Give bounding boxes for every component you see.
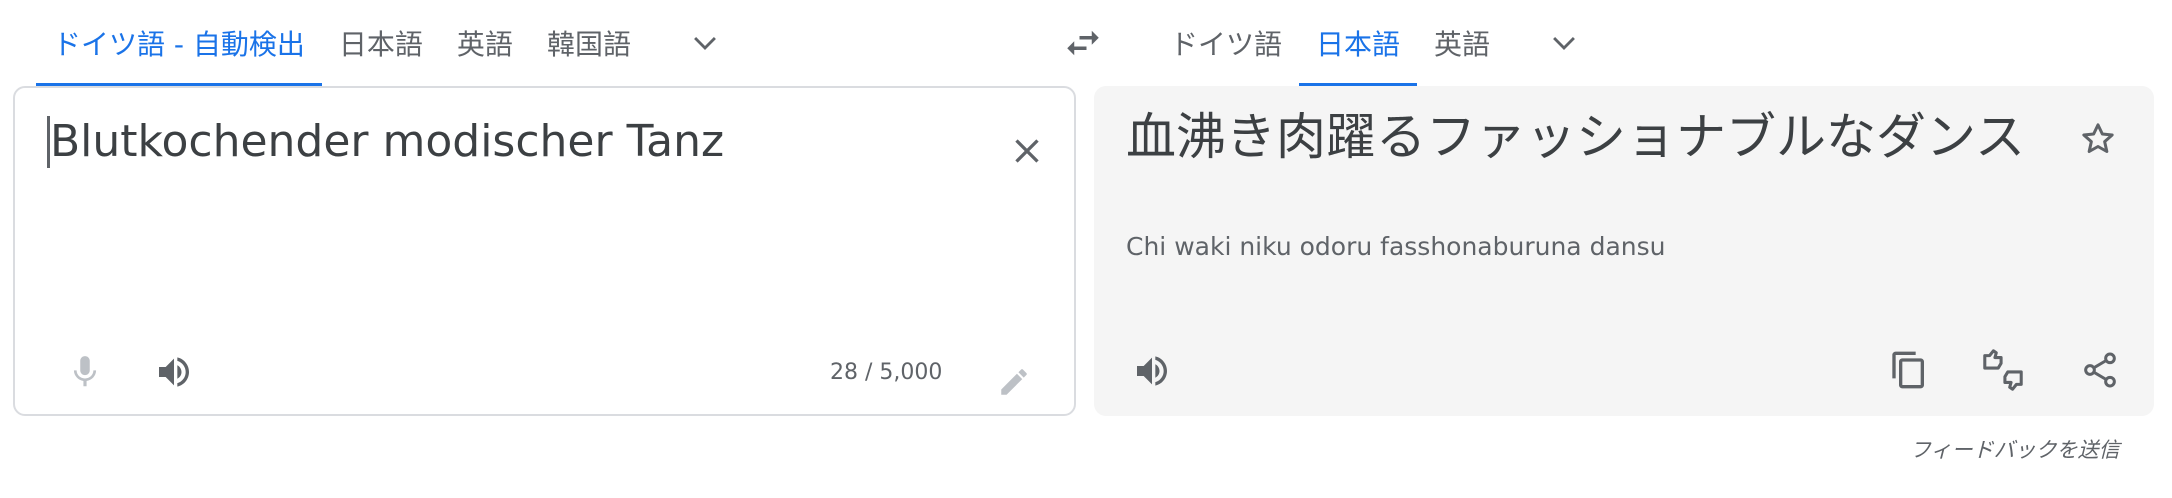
swap-languages-button[interactable]	[1056, 18, 1110, 68]
speaker-icon	[1137, 356, 1167, 386]
send-feedback-link[interactable]: フィードバックを送信	[1910, 434, 2120, 464]
chevron-down-icon	[1553, 37, 1575, 50]
source-panel: Blutkochender modischer Tanz 28 / 5,000	[13, 86, 1076, 416]
rate-translation-button[interactable]	[1975, 342, 2031, 398]
close-icon	[1015, 139, 1039, 163]
target-panel: 血沸き肉躍るファッショナブルなダンス Chi waki niku odoru f…	[1094, 86, 2154, 416]
romanization-text: Chi waki niku odoru fasshonaburuna dansu	[1126, 232, 1666, 261]
source-listen-button[interactable]	[146, 344, 202, 400]
edit-button[interactable]	[986, 354, 1042, 410]
star-icon	[2082, 123, 2114, 153]
clear-source-button[interactable]	[999, 123, 1055, 179]
tab-target-japanese[interactable]: 日本語	[1299, 0, 1418, 86]
feedback-icon	[1983, 349, 2023, 391]
speaker-icon	[159, 357, 189, 387]
pencil-icon	[1001, 369, 1027, 395]
tab-source-detect[interactable]: ドイツ語 - 自動検出	[36, 0, 322, 86]
source-more-languages-button[interactable]	[682, 0, 728, 86]
swap-horiz-icon	[1067, 30, 1099, 56]
target-more-languages-button[interactable]	[1541, 0, 1587, 86]
save-translation-button[interactable]	[2070, 111, 2126, 167]
target-listen-button[interactable]	[1124, 343, 1180, 399]
source-language-bar: ドイツ語 - 自動検出 日本語 英語 韓国語	[36, 0, 728, 86]
source-text-input[interactable]: Blutkochender modischer Tanz	[47, 116, 724, 168]
tab-target-english[interactable]: 英語	[1417, 0, 1507, 86]
translation-text: 血沸き肉躍るファッショナブルなダンス	[1126, 108, 2025, 166]
character-count: 28 / 5,000	[830, 360, 943, 385]
chevron-down-icon	[694, 37, 716, 50]
share-translation-button[interactable]	[2072, 342, 2128, 398]
tab-source-english[interactable]: 英語	[440, 0, 530, 86]
share-icon	[2084, 352, 2116, 388]
target-language-bar: ドイツ語 日本語 英語	[1153, 0, 1587, 86]
copy-icon	[1892, 351, 1924, 389]
copy-translation-button[interactable]	[1881, 342, 1937, 398]
mic-icon	[73, 356, 97, 387]
tab-target-german[interactable]: ドイツ語	[1153, 0, 1299, 86]
voice-input-button[interactable]	[57, 344, 113, 400]
tab-source-japanese[interactable]: 日本語	[322, 0, 440, 86]
tab-source-korean[interactable]: 韓国語	[530, 0, 648, 86]
